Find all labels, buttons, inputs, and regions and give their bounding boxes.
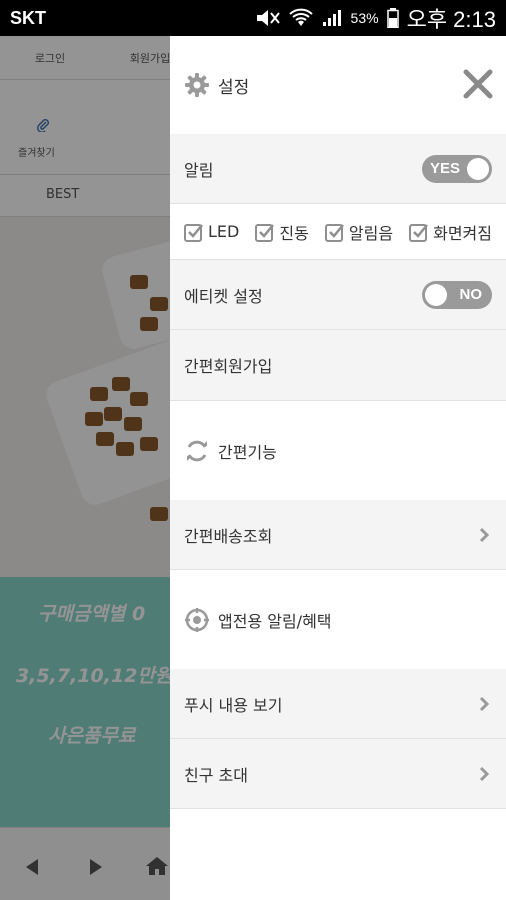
- vibration-label: 진동: [279, 223, 309, 243]
- alarm-toggle-label: YES: [430, 159, 461, 177]
- push-view-row[interactable]: 푸시 내용 보기: [170, 669, 506, 739]
- push-view-label: 푸시 내용 보기: [184, 695, 283, 715]
- gear-icon: [185, 73, 209, 97]
- vibration-checkbox[interactable]: 진동: [255, 220, 309, 244]
- chevron-right-icon: [479, 527, 490, 542]
- checkbox-checked-icon: [255, 223, 275, 242]
- refresh-icon: [187, 440, 207, 461]
- etiquette-toggle[interactable]: NO: [422, 280, 492, 309]
- simple-function-title: 간편기능: [218, 442, 277, 462]
- battery-icon: [386, 8, 399, 28]
- drawer-header: 설정: [170, 36, 506, 134]
- invite-friend-row[interactable]: 친구 초대: [170, 739, 506, 809]
- screen-on-label: 화면켜짐: [433, 223, 492, 243]
- dim-overlay[interactable]: [0, 36, 170, 900]
- sound-checkbox[interactable]: 알림음: [324, 220, 394, 244]
- etiquette-row: 에티켓 설정 NO: [170, 260, 506, 330]
- screen-on-checkbox[interactable]: 화면켜짐: [409, 220, 492, 244]
- app-notice-header: 앱전용 알림/혜택: [170, 570, 506, 669]
- simple-function-header: 간편기능: [170, 401, 506, 500]
- wifi-icon: [288, 8, 313, 26]
- app-benefit-icon: [185, 607, 209, 632]
- settings-drawer: 설정 알림 YES LED 진동 알림음 화면켜짐 에티켓 설정 NO 간편회원…: [170, 36, 506, 900]
- simple-join-label: 간편회원가입: [184, 357, 273, 376]
- carrier-label: SKT: [10, 7, 46, 28]
- led-label: LED: [208, 222, 240, 241]
- alarm-options-row: LED 진동 알림음 화면켜짐: [170, 204, 506, 260]
- close-icon[interactable]: [460, 66, 496, 102]
- chevron-right-icon: [479, 696, 490, 711]
- alarm-row: 알림 YES: [170, 134, 506, 204]
- app-notice-title: 앱전용 알림/혜택: [218, 611, 332, 631]
- clock: 오후 2:13: [406, 7, 496, 32]
- etiquette-toggle-label: NO: [459, 285, 483, 303]
- led-checkbox[interactable]: LED: [184, 222, 239, 242]
- delivery-lookup-label: 간편배송조회: [184, 526, 273, 546]
- checkbox-checked-icon: [409, 223, 429, 242]
- etiquette-label: 에티켓 설정: [184, 286, 263, 306]
- alarm-label: 알림: [184, 160, 214, 180]
- checkbox-checked-icon: [324, 223, 344, 242]
- chevron-right-icon: [479, 766, 490, 781]
- sound-label: 알림음: [348, 223, 394, 243]
- drawer-title: 설정: [218, 77, 250, 98]
- status-bar: SKT 53% 오후 2:13: [0, 0, 506, 36]
- signal-icon: [322, 10, 341, 26]
- battery-percent: 53%: [350, 10, 379, 26]
- delivery-lookup-row[interactable]: 간편배송조회: [170, 500, 506, 570]
- invite-friend-label: 친구 초대: [184, 765, 248, 785]
- checkbox-checked-icon: [184, 223, 203, 242]
- alarm-toggle[interactable]: YES: [422, 154, 492, 183]
- simple-join-row[interactable]: 간편회원가입: [170, 330, 506, 401]
- mute-icon: [256, 10, 280, 26]
